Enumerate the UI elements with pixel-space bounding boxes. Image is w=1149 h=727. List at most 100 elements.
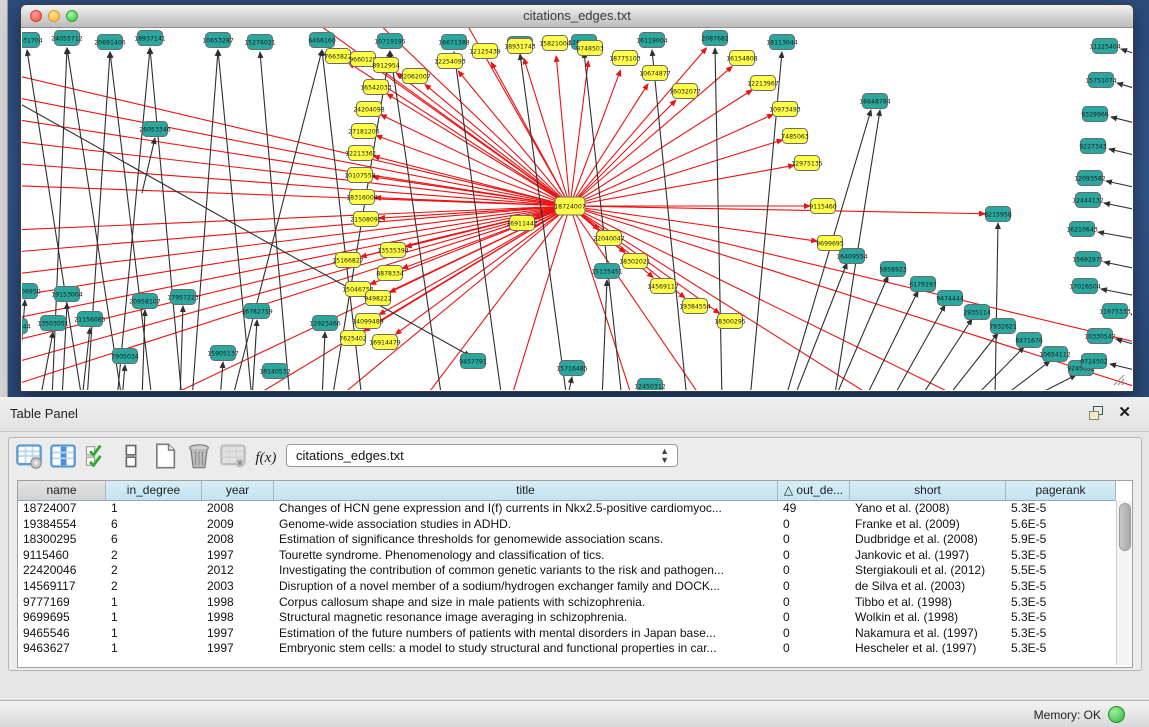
graph-node[interactable]: 19153004 [51, 287, 83, 302]
graph-node[interactable]: 2935114 [963, 305, 991, 320]
graph-node[interactable]: 8215958 [984, 207, 1012, 222]
scrollbar-thumb[interactable] [1119, 503, 1131, 551]
graph-node[interactable]: 12975135 [791, 156, 823, 171]
graph-node[interactable]: 18931743 [504, 39, 536, 54]
table-row[interactable]: 911546021997Tourette syndrome. Phenomeno… [18, 548, 1116, 564]
column-header-pagerank[interactable]: pagerank [1006, 481, 1116, 501]
graph-node[interactable]: 13503051 [37, 316, 69, 331]
graph-node[interactable]: 9474444 [936, 291, 964, 306]
graph-node[interactable]: 7905034 [111, 349, 139, 364]
graph-node[interactable]: 16542033 [360, 80, 392, 95]
float-panel-icon[interactable] [1089, 406, 1105, 421]
graph-node[interactable]: 22062007 [399, 69, 431, 84]
graph-node[interactable]: 12093582 [1074, 171, 1106, 186]
graph-node[interactable]: 10674877 [639, 66, 671, 81]
graph-node[interactable]: 18300295 [714, 314, 746, 329]
show-column-icon[interactable] [49, 442, 77, 470]
graph-node[interactable]: 19384554 [679, 299, 711, 314]
graph-node[interactable]: 16671388 [438, 35, 470, 50]
graph-node[interactable]: 12444132 [1072, 193, 1104, 208]
table-row[interactable]: 977716911998Corpus callosum shape and si… [18, 595, 1116, 611]
column-header-name[interactable]: name [18, 481, 106, 501]
graph-node[interactable]: 16154808 [726, 51, 758, 66]
graph-node[interactable]: 19123044 [22, 319, 31, 334]
graph-node[interactable]: 12125439 [469, 44, 501, 59]
graph-node[interactable]: 16914479 [369, 335, 401, 350]
graph-node[interactable]: 6466160 [308, 33, 336, 48]
graph-node[interactable]: 15716485 [556, 361, 588, 376]
delete-rows-icon[interactable] [185, 442, 213, 470]
network-window-titlebar[interactable]: citations_edges.txt [21, 5, 1133, 28]
graph-node[interactable]: 18775103 [609, 51, 641, 66]
graph-node[interactable]: 17957223 [167, 290, 199, 305]
graph-node[interactable]: 12923466 [309, 316, 341, 331]
deselect-icon[interactable] [117, 442, 145, 470]
graph-node[interactable]: 14099489 [352, 314, 384, 329]
graph-node[interactable]: 13535394 [377, 243, 409, 258]
graph-node[interactable]: 20958107 [129, 294, 161, 309]
table-row[interactable]: 946362711997Embryonic stem cells: a mode… [18, 641, 1116, 657]
table-row[interactable]: 1872400712008Changes of HCN gene express… [18, 501, 1116, 517]
graph-node[interactable]: 24055712 [51, 31, 83, 46]
graph-node[interactable]: 2087682 [701, 31, 729, 46]
graph-node[interactable]: 9748503 [576, 41, 604, 56]
table-row[interactable]: 1456911722003Disruption of a novel membe… [18, 579, 1116, 595]
column-header-out_de[interactable]: △ out_de... [778, 481, 850, 501]
graph-node[interactable]: 18937141 [134, 31, 166, 46]
graph-node[interactable]: 15276021 [244, 35, 276, 50]
column-header-title[interactable]: title [274, 481, 778, 501]
graph-node[interactable]: 27181206 [348, 124, 380, 139]
graph-node[interactable]: 18302021 [619, 254, 651, 269]
graph-node[interactable]: 9329966 [1081, 107, 1109, 122]
new-table-icon[interactable] [151, 442, 179, 470]
graph-node[interactable]: 16409554 [836, 249, 868, 264]
graph-node[interactable]: 14569117 [647, 279, 679, 294]
table-source-dropdown[interactable]: citations_edges.txt ▲▼ [286, 444, 678, 467]
graph-node[interactable]: 9699695 [816, 236, 844, 251]
network-graph-canvas[interactable]: 1893170424055712206914061893714110653287… [22, 28, 1132, 390]
graph-node[interactable]: 9457791 [459, 354, 487, 369]
graph-hub-node[interactable]: 18724007 [554, 197, 586, 215]
table-row[interactable]: 946554611997Estimation of the future num… [18, 626, 1116, 642]
graph-node[interactable]: 9227343 [1079, 139, 1107, 154]
graph-node[interactable]: 7485063 [781, 129, 809, 144]
graph-node[interactable]: 12254093 [434, 54, 466, 69]
graph-node[interactable]: 16782759 [241, 304, 273, 319]
graph-node[interactable]: 24204098 [353, 102, 385, 117]
vertical-scrollbar[interactable] [1116, 501, 1132, 665]
graph-node[interactable]: 21508091 [350, 212, 382, 227]
select-all-icon[interactable] [83, 442, 111, 470]
graph-node[interactable]: 8471676 [1015, 333, 1043, 348]
canvas-resize-grip[interactable] [1122, 383, 1124, 385]
graph-node[interactable]: 17016504 [1069, 279, 1101, 294]
graph-node[interactable]: 12213967 [747, 76, 779, 91]
graph-node[interactable]: 21156085 [74, 312, 106, 327]
network-view-window[interactable]: citations_edges.txt 18931704240557122069… [20, 4, 1134, 392]
graph-node[interactable]: 10719195 [374, 34, 406, 49]
graph-node[interactable]: 25206950 [22, 284, 41, 299]
graph-node[interactable]: 26053346 [139, 122, 171, 137]
graph-node[interactable]: 15905137 [207, 346, 239, 361]
delete-table-icon[interactable] [219, 442, 247, 470]
graph-node[interactable]: 16911447 [506, 216, 538, 231]
graph-node[interactable]: 18113044 [766, 35, 798, 50]
graph-node[interactable]: 7932621 [989, 319, 1017, 334]
graph-node[interactable]: 15692971 [1072, 252, 1104, 267]
graph-node[interactable]: 11675333 [1099, 304, 1131, 319]
graph-node[interactable]: 16648784 [859, 94, 891, 109]
table-row[interactable]: 2242004622012Investigating the contribut… [18, 563, 1116, 579]
graph-node[interactable]: 22040047 [593, 231, 625, 246]
column-header-year[interactable]: year [202, 481, 274, 501]
table-row[interactable]: 1938455462009Genome-wide association stu… [18, 517, 1116, 533]
graph-node[interactable]: 10107554 [344, 168, 376, 183]
graph-node[interactable]: 12450312 [634, 379, 666, 391]
column-header-in_degree[interactable]: in_degree [106, 481, 202, 501]
graph-node[interactable]: 9724502 [1080, 354, 1108, 369]
graph-node[interactable]: 12213361 [345, 146, 377, 161]
close-icon[interactable]: ✕ [1118, 404, 1131, 422]
graph-node[interactable]: 6179197 [909, 277, 937, 292]
table-settings-icon[interactable] [15, 442, 43, 470]
table-row[interactable]: 969969511998Structural magnetic resonanc… [18, 610, 1116, 626]
column-header-short[interactable]: short [850, 481, 1006, 501]
graph-node[interactable]: 7625402 [339, 331, 367, 346]
